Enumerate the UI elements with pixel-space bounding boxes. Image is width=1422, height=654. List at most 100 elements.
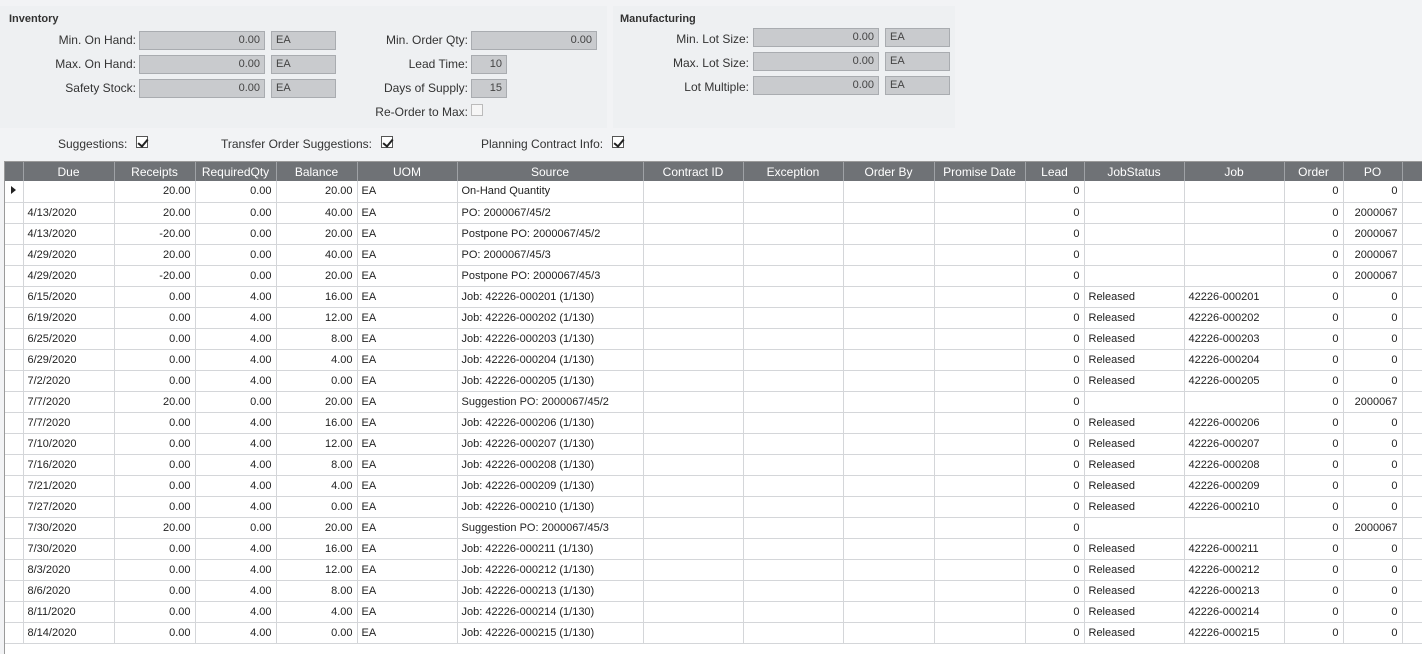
column-header-promise-date[interactable]: Promise Date	[934, 162, 1026, 181]
column-header-po[interactable]: PO	[1343, 162, 1403, 181]
cell-order-by[interactable]	[843, 580, 935, 602]
cell-receipts[interactable]: 20.00	[114, 517, 196, 539]
cell-po[interactable]: 0	[1343, 328, 1403, 350]
column-header-contract-id[interactable]: Contract ID	[643, 162, 744, 181]
cell-contract-id[interactable]	[643, 391, 744, 413]
cell-exception[interactable]	[743, 517, 844, 539]
cell-order-by[interactable]	[843, 307, 935, 329]
cell-receipts[interactable]: 20.00	[114, 391, 196, 413]
row-selector[interactable]	[5, 349, 24, 371]
cell-promise-date[interactable]	[934, 286, 1026, 308]
cell-uom[interactable]: EA	[357, 475, 458, 497]
lot-multiple-field[interactable]: 0.00	[753, 76, 879, 95]
cell-contract-id[interactable]	[643, 265, 744, 287]
cell-order[interactable]: 0	[1284, 475, 1344, 497]
cell-uom[interactable]: EA	[357, 580, 458, 602]
cell-job[interactable]	[1184, 517, 1285, 539]
cell-source[interactable]: Job: 42226-000211 (1/130)	[457, 538, 644, 560]
cell-exception[interactable]	[743, 286, 844, 308]
cell-contract-id[interactable]	[643, 433, 744, 455]
cell-lead[interactable]: 0	[1025, 580, 1085, 602]
cell-receipts[interactable]: 20.00	[114, 202, 196, 224]
cell-t[interactable]	[1402, 244, 1422, 266]
cell-source[interactable]: Job: 42226-000204 (1/130)	[457, 349, 644, 371]
table-row[interactable]: 7/2/2020 0.00 4.00 0.00 EA Job: 42226-000205 …	[5, 370, 1422, 392]
cell-uom[interactable]: EA	[357, 286, 458, 308]
cell-balance[interactable]: 16.00	[276, 538, 358, 560]
column-header-balance[interactable]: Balance	[276, 162, 358, 181]
cell-receipts[interactable]: 0.00	[114, 475, 196, 497]
cell-po[interactable]: 0	[1343, 622, 1403, 644]
row-selector[interactable]	[5, 223, 24, 245]
row-selector[interactable]	[5, 328, 24, 350]
cell-uom[interactable]: EA	[357, 202, 458, 224]
cell-order-by[interactable]	[843, 349, 935, 371]
cell-promise-date[interactable]	[934, 580, 1026, 602]
cell-due[interactable]: 8/3/2020	[23, 559, 115, 581]
cell-t[interactable]	[1402, 181, 1422, 203]
cell-promise-date[interactable]	[934, 391, 1026, 413]
cell-balance[interactable]: 12.00	[276, 307, 358, 329]
cell-po[interactable]: 0	[1343, 307, 1403, 329]
cell-uom[interactable]: EA	[357, 307, 458, 329]
cell-source[interactable]: Job: 42226-000205 (1/130)	[457, 370, 644, 392]
cell-job[interactable]: 42226-000205	[1184, 370, 1285, 392]
row-selector[interactable]	[5, 538, 24, 560]
cell-promise-date[interactable]	[934, 454, 1026, 476]
cell-uom[interactable]: EA	[357, 391, 458, 413]
cell-order[interactable]: 0	[1284, 454, 1344, 476]
cell-job[interactable]	[1184, 223, 1285, 245]
table-row[interactable]: 6/19/2020 0.00 4.00 12.00 EA Job: 42226-00020…	[5, 307, 1422, 329]
cell-order-by[interactable]	[843, 454, 935, 476]
cell-lead[interactable]: 0	[1025, 391, 1085, 413]
cell-exception[interactable]	[743, 265, 844, 287]
cell-job[interactable]: 42226-000208	[1184, 454, 1285, 476]
cell-order[interactable]: 0	[1284, 433, 1344, 455]
cell-job[interactable]: 42226-000206	[1184, 412, 1285, 434]
cell-lead[interactable]: 0	[1025, 307, 1085, 329]
row-selector[interactable]	[5, 559, 24, 581]
table-row[interactable]: 8/14/2020 0.00 4.00 0.00 EA Job: 42226-000215…	[5, 622, 1422, 644]
cell-jobstatus[interactable]	[1084, 223, 1185, 245]
cell-po[interactable]: 0	[1343, 370, 1403, 392]
cell-uom[interactable]: EA	[357, 181, 458, 203]
cell-exception[interactable]	[743, 454, 844, 476]
row-selector[interactable]	[5, 517, 24, 539]
cell-due[interactable]	[23, 181, 115, 203]
cell-order-by[interactable]	[843, 475, 935, 497]
row-selector[interactable]	[5, 307, 24, 329]
cell-requiredqty[interactable]: 4.00	[195, 559, 277, 581]
cell-due[interactable]: 7/30/2020	[23, 517, 115, 539]
cell-order[interactable]: 0	[1284, 223, 1344, 245]
cell-uom[interactable]: EA	[357, 370, 458, 392]
cell-promise-date[interactable]	[934, 181, 1026, 203]
cell-balance[interactable]: 4.00	[276, 475, 358, 497]
cell-po[interactable]: 0	[1343, 580, 1403, 602]
row-selector[interactable]	[5, 580, 24, 602]
cell-order-by[interactable]	[843, 496, 935, 518]
cell-exception[interactable]	[743, 559, 844, 581]
table-row[interactable]: 7/10/2020 0.00 4.00 12.00 EA Job: 42226-00020…	[5, 433, 1422, 455]
cell-promise-date[interactable]	[934, 244, 1026, 266]
cell-po[interactable]: 0	[1343, 433, 1403, 455]
cell-receipts[interactable]: 0.00	[114, 328, 196, 350]
cell-balance[interactable]: 12.00	[276, 559, 358, 581]
row-selector[interactable]	[5, 622, 24, 644]
cell-exception[interactable]	[743, 349, 844, 371]
cell-receipts[interactable]: 0.00	[114, 622, 196, 644]
cell-lead[interactable]: 0	[1025, 538, 1085, 560]
cell-exception[interactable]	[743, 475, 844, 497]
cell-due[interactable]: 4/13/2020	[23, 202, 115, 224]
min-on-hand-uom[interactable]: EA	[271, 31, 336, 50]
cell-t[interactable]	[1402, 412, 1422, 434]
cell-requiredqty[interactable]: 4.00	[195, 349, 277, 371]
cell-source[interactable]: Job: 42226-000207 (1/130)	[457, 433, 644, 455]
cell-due[interactable]: 7/30/2020	[23, 538, 115, 560]
cell-contract-id[interactable]	[643, 622, 744, 644]
cell-due[interactable]: 7/21/2020	[23, 475, 115, 497]
table-row[interactable]: 7/30/2020 20.00 0.00 20.00 EA Suggestion PO: …	[5, 517, 1422, 539]
table-row[interactable]: 4/29/2020 -20.00 0.00 20.00 EA Postpone PO: 2…	[5, 265, 1422, 287]
cell-order[interactable]: 0	[1284, 328, 1344, 350]
cell-po[interactable]: 2000067	[1343, 391, 1403, 413]
cell-requiredqty[interactable]: 0.00	[195, 517, 277, 539]
